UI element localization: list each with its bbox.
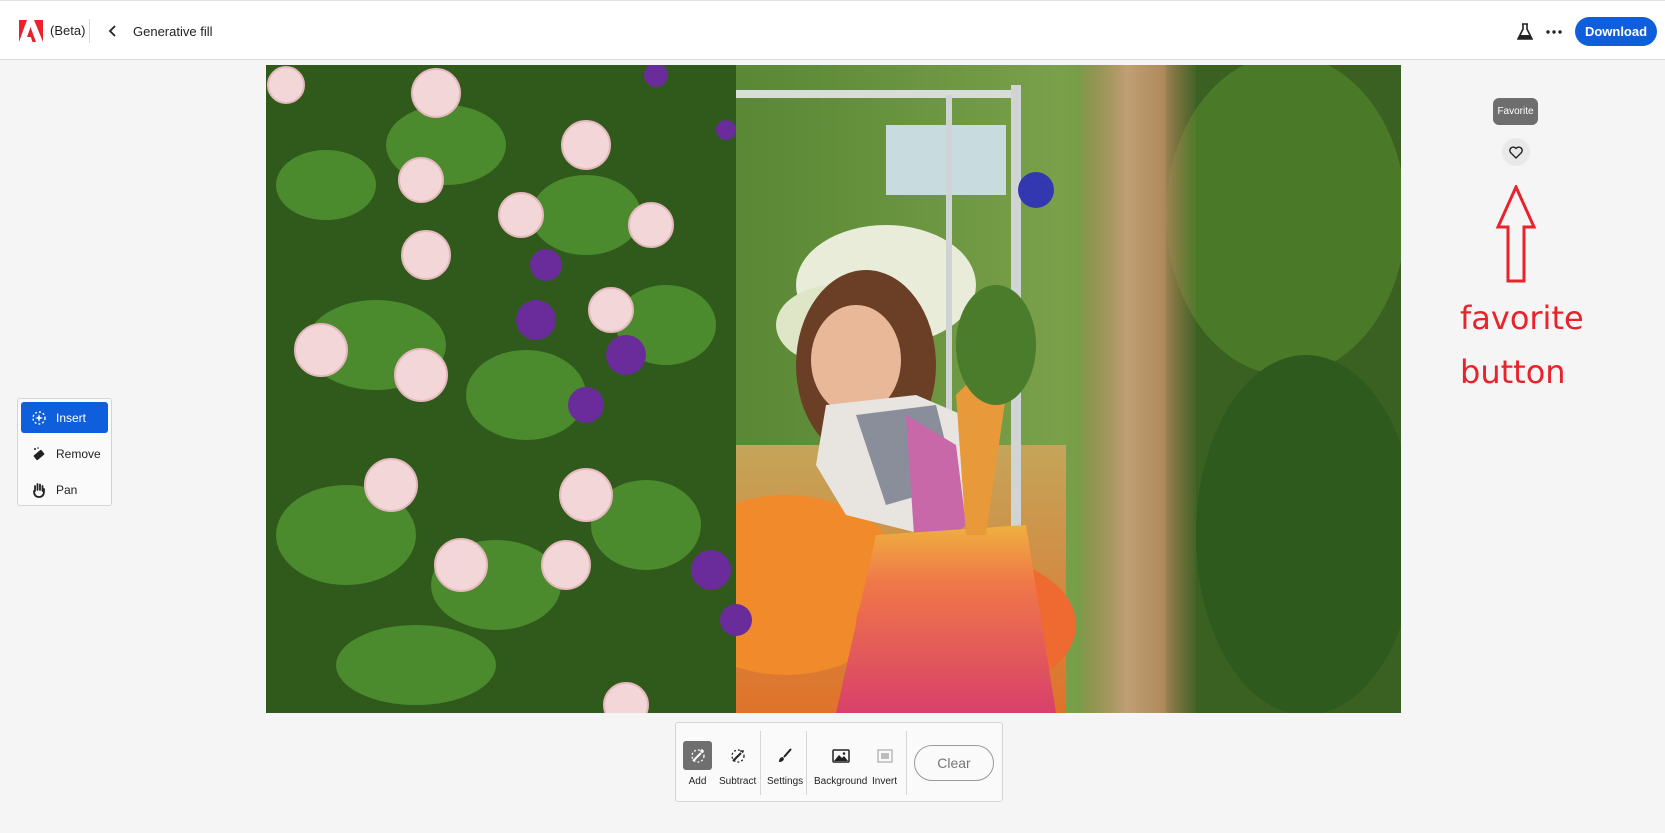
hand-icon [31, 482, 47, 498]
tool-insert[interactable]: Insert [21, 402, 108, 433]
tool-panel: Insert Remove Pan [17, 398, 112, 506]
chevron-left-icon [108, 25, 116, 37]
subtract-button[interactable]: Subtract [719, 723, 756, 803]
tool-pan-label: Pan [56, 482, 78, 497]
adobe-logo[interactable] [19, 20, 43, 42]
tool-insert-label: Insert [56, 410, 87, 425]
brush-icon [771, 741, 800, 770]
ellipsis-icon [1546, 30, 1562, 34]
favorite-button[interactable] [1502, 138, 1530, 166]
back-button[interactable] [103, 20, 123, 42]
toolbar-divider [806, 731, 807, 795]
annotation-text: favorite button [1460, 291, 1660, 399]
beta-label: (Beta) [50, 23, 86, 38]
more-options-button[interactable] [1542, 21, 1566, 43]
image-canvas[interactable] [266, 65, 1401, 713]
background-button[interactable]: Background [814, 723, 867, 803]
tool-remove-label: Remove [56, 446, 101, 461]
background-label: Background [814, 776, 868, 787]
header-divider [89, 19, 90, 43]
page-title: Generative fill [133, 24, 213, 39]
heart-icon [1509, 145, 1523, 159]
invert-button[interactable]: Invert [870, 723, 899, 803]
add-button[interactable]: Add [683, 723, 712, 803]
annotation-line-1: favorite [1460, 299, 1584, 337]
tool-remove[interactable]: Remove [21, 438, 108, 469]
garden-photo [266, 65, 1401, 713]
download-button[interactable]: Download [1575, 17, 1657, 46]
annotation-line-2: button [1460, 353, 1566, 391]
eraser-icon [31, 446, 47, 462]
clear-button[interactable]: Clear [914, 745, 994, 781]
brush-add-icon [683, 741, 712, 770]
flask-icon [1517, 23, 1533, 40]
settings-button[interactable]: Settings [767, 723, 803, 803]
selection-toolbar: Add Subtract Settings Background Invert … [675, 722, 1003, 802]
add-label: Add [688, 776, 707, 787]
image-icon [826, 741, 855, 770]
favorite-tooltip: Favorite [1493, 98, 1538, 125]
settings-label: Settings [767, 776, 804, 787]
invert-icon [870, 741, 899, 770]
subtract-label: Subtract [719, 776, 757, 787]
labs-button[interactable] [1515, 21, 1535, 43]
annotation-arrow-icon [1495, 185, 1537, 283]
toolbar-divider [760, 731, 761, 795]
top-bar: (Beta) Generative fill Download [0, 0, 1665, 60]
invert-label: Invert [871, 776, 897, 787]
tool-pan[interactable]: Pan [21, 474, 108, 505]
toolbar-divider [906, 731, 907, 795]
insert-sparkle-icon [31, 410, 47, 426]
brush-subtract-icon [723, 741, 752, 770]
